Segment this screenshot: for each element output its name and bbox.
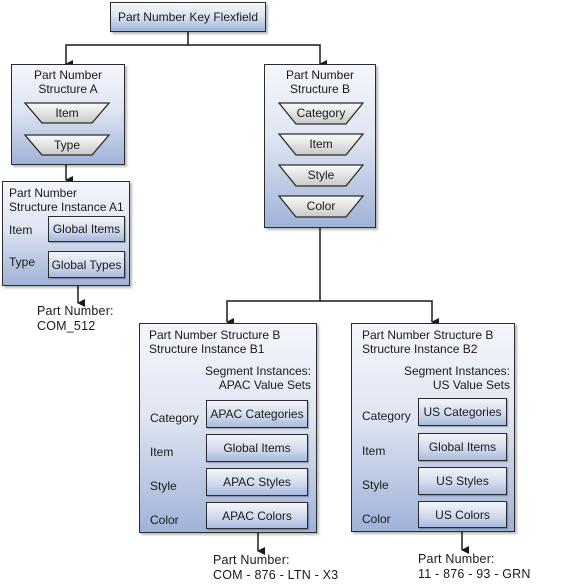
row-segment-label: Item: [362, 444, 386, 458]
value-set-label: Global Items: [223, 441, 291, 455]
instance-b1-title-line2: Structure Instance B1: [149, 342, 265, 356]
part-number-label: Part Number:: [37, 304, 114, 318]
value-set-apac-categories: APAC Categories: [206, 400, 308, 428]
structure-b-title-line1: Part Number: [285, 68, 355, 82]
value-set-apac-styles: APAC Styles: [206, 468, 308, 496]
value-set-label: US Colors: [435, 507, 490, 522]
value-set-apac-colors: APAC Colors: [206, 502, 308, 529]
part-number-label: Part Number:: [213, 553, 290, 567]
instance-a1-title-line1: Part Number: [9, 186, 78, 200]
row-segment-label: Item: [9, 223, 33, 237]
structure-a-title-line2: Structure A: [38, 82, 98, 96]
connector-b-to-b1: [226, 228, 321, 326]
part-number-a1: Part Number: COM_512: [37, 304, 114, 334]
segment-type: Type: [24, 134, 110, 156]
segment-category: Category: [278, 102, 364, 125]
row-segment-label: Item: [150, 445, 174, 459]
value-set-global-items: Global Items: [206, 434, 308, 462]
value-set-us-colors: US Colors: [418, 501, 507, 528]
row-segment-label: Color: [362, 512, 391, 526]
segment-label: Style: [307, 168, 335, 182]
structure-instance-b1-node: Part Number Structure B Structure Instan…: [139, 323, 317, 533]
segment-instances-caption: Segment Instances:: [204, 364, 311, 378]
row-segment-label: Style: [150, 479, 177, 493]
value-set-label: Global Types: [51, 257, 122, 272]
value-set-global-types: Global Types: [48, 251, 125, 278]
value-set-label: APAC Colors: [222, 508, 292, 523]
connector-root-to-b: [188, 44, 327, 68]
row-segment-label: Type: [9, 255, 36, 269]
value-set-us-categories: US Categories: [418, 398, 507, 426]
row-segment-label: Category: [362, 409, 411, 423]
value-set-global-items: Global Items: [48, 216, 125, 242]
value-sets-caption: APAC Value Sets: [218, 378, 311, 392]
value-set-label: US Styles: [436, 474, 489, 488]
segment-label: Category: [296, 106, 346, 120]
segment-label: Item: [55, 106, 79, 120]
connector-b-to-b2: [320, 300, 439, 326]
segment-instances-caption: Segment Instances:: [403, 364, 510, 378]
value-set-label: US Categories: [423, 405, 502, 419]
value-set-us-styles: US Styles: [418, 467, 507, 495]
part-number-b1: Part Number: COM - 876 - LTN - X3: [213, 553, 338, 583]
segment-item: Item: [24, 102, 110, 124]
instance-b1-title-line1: Part Number Structure B: [149, 328, 281, 342]
row-segment-label: Style: [362, 478, 389, 492]
connector-root-to-a: [65, 32, 189, 68]
key-flexfield-title: Part Number Key Flexfield: [117, 10, 259, 24]
row-segment-label: Category: [150, 411, 199, 425]
value-set-label: APAC Styles: [223, 475, 291, 489]
part-number-value: COM - 876 - LTN - X3: [213, 568, 339, 582]
structure-instance-a1-node: Part Number Structure Instance A1 Item G…: [2, 181, 130, 286]
key-flexfield-node: Part Number Key Flexfield: [110, 2, 266, 32]
part-number-label: Part Number:: [418, 552, 495, 566]
structure-b-title-line2: Structure B: [289, 82, 351, 96]
instance-b2-title-line2: Structure Instance B2: [362, 342, 478, 356]
structure-instance-b2-node: Part Number Structure B Structure Instan…: [351, 323, 515, 532]
structure-b-node: Part Number Structure B Category Item St…: [264, 64, 376, 228]
structure-a-title-line1: Part Number: [33, 68, 103, 82]
segment-item: Item: [278, 133, 364, 156]
part-number-value: COM_512: [37, 319, 96, 333]
segment-label: Type: [53, 138, 80, 152]
segment-style: Style: [278, 164, 364, 187]
value-sets-caption: US Value Sets: [432, 378, 510, 392]
value-set-label: Global Items: [428, 440, 497, 454]
instance-b2-title-line1: Part Number Structure B: [362, 328, 494, 342]
instance-a1-title-line2: Structure Instance A1: [9, 200, 124, 214]
segment-label: Color: [306, 199, 336, 213]
value-set-global-items: Global Items: [418, 433, 507, 461]
value-set-label: Global Items: [52, 222, 121, 236]
segment-color: Color: [278, 195, 364, 218]
part-number-b2: Part Number: 11 - 876 - 93 - GRN: [418, 552, 531, 582]
value-set-label: APAC Categories: [210, 407, 304, 421]
structure-a-node: Part Number Structure A Item Type: [11, 64, 125, 165]
part-number-value: 11 - 876 - 93 - GRN: [418, 567, 531, 581]
segment-label: Item: [309, 137, 333, 151]
row-segment-label: Color: [150, 513, 179, 527]
